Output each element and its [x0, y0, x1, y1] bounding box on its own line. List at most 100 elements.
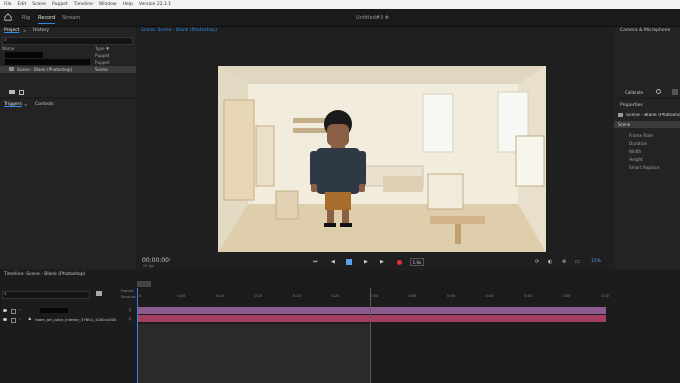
ruler-tick-label: 0:30 [370, 294, 378, 298]
camera-icon[interactable] [96, 291, 102, 296]
properties-scene-name: Scene - Blank (Photoshop) [626, 113, 680, 118]
zoom-level[interactable]: 15% [591, 259, 601, 264]
track-bar[interactable] [137, 315, 606, 322]
stop-icon[interactable] [346, 259, 352, 265]
mode-tab-rig[interactable]: Rig [22, 15, 30, 21]
panel-menu-icon[interactable]: ≡ [23, 28, 26, 33]
scene-icon [9, 67, 14, 71]
ruler-tick-label: 0:25 [331, 294, 340, 298]
fit-icon[interactable]: ▭ [575, 259, 580, 265]
ruler-tick-label: 0:10 [216, 294, 224, 298]
mode-bar [0, 9, 680, 27]
camera-mic-title[interactable]: Camera & Microphone [620, 28, 670, 33]
timeline-search-input[interactable]: ⌕ [2, 291, 90, 299]
column-type[interactable]: Type ▼ [95, 46, 109, 51]
ruler-tick-label: 0:40 [447, 294, 455, 298]
menu-timeline[interactable]: Timeline [74, 2, 93, 7]
scene-stage[interactable] [218, 66, 546, 252]
project-row-type: Scene [95, 67, 108, 72]
expand-chevron-icon[interactable]: › [19, 316, 21, 321]
menu-file[interactable]: File [4, 2, 12, 7]
project-row-name: Scene - Blank (Photoshop) [17, 67, 73, 72]
expand-chevron-icon[interactable]: › [19, 307, 21, 312]
redacted-name [5, 59, 90, 65]
tab-history[interactable]: History [33, 28, 49, 33]
project-row-type: Puppet [95, 60, 110, 65]
playhead[interactable] [370, 288, 371, 383]
mode-tab-stream[interactable]: Stream [62, 15, 80, 21]
go-to-start-icon[interactable]: ⏮ [313, 259, 318, 265]
layer-icon: ♟ [28, 316, 32, 321]
column-name[interactable]: Name [2, 46, 14, 51]
ruler-tick-label: 0:15 [254, 294, 263, 298]
document-title: Untitled#3 ✻ [356, 15, 389, 21]
project-row-type: Puppet [95, 53, 110, 58]
search-icon: ⌕ [4, 291, 7, 297]
menu-bar: File Edit Scene Puppet Timeline Window H… [0, 0, 680, 9]
calibrate-button[interactable]: Calibrate [625, 90, 643, 95]
triggers-panel [0, 99, 136, 269]
tab-triggers[interactable]: Triggers [4, 102, 22, 107]
play-icon[interactable]: ▶ [364, 259, 368, 265]
ruler-tick-label: 0:45 [485, 294, 494, 298]
menu-window[interactable]: Window [99, 2, 117, 7]
lock-icon[interactable] [11, 318, 16, 323]
ruler-tick-label: 0:35 [408, 294, 417, 298]
search-icon: ⌕ [4, 37, 7, 43]
ruler-tick-label: 0:50 [524, 294, 532, 298]
home-icon[interactable] [4, 13, 12, 21]
prop-frame-rate: Frame Rate [629, 133, 653, 138]
camera-toggle-icon[interactable] [672, 89, 678, 95]
scene-illustration [218, 66, 546, 252]
panel-menu-icon[interactable]: ≡ [24, 102, 27, 107]
fps-label: 24 fps [143, 264, 154, 268]
loop-icon[interactable]: ⟳ [535, 259, 539, 265]
fx-icon[interactable]: ⚙ [562, 259, 566, 265]
new-item-icon[interactable] [19, 90, 24, 95]
project-search-input[interactable]: ⌕ [2, 37, 133, 45]
face-icon[interactable] [656, 89, 661, 94]
record-icon[interactable] [397, 260, 402, 265]
timecode: 00:00:00 [142, 257, 169, 264]
visibility-icon[interactable] [3, 309, 7, 312]
ruler-tick-label: 0:20 [293, 294, 301, 298]
menu-help[interactable]: Help [123, 2, 133, 7]
prop-smart-replace: Smart Replace [629, 165, 660, 170]
step-forward-icon[interactable]: ▶ [380, 259, 384, 265]
menu-puppet[interactable]: Puppet [52, 2, 68, 7]
timecode-arrow-icon[interactable]: › [169, 257, 171, 263]
tab-controls[interactable]: Controls [35, 102, 54, 107]
section-scene: Scene [618, 122, 631, 127]
ruler-tick-label: 0:05 [177, 294, 186, 298]
ruler-tick-label: 0:55 [562, 294, 571, 298]
timeline-title[interactable]: Timeline: Scene - Blank (Photoshop) [4, 272, 85, 277]
record-arm-icon[interactable]: ♫ [128, 316, 132, 321]
menu-version[interactable]: Version 22.1.1 [139, 2, 171, 7]
timeline-row-name: room_art_color_interior_37654_1000x1000 [35, 317, 117, 322]
sync-icon[interactable]: ◐ [548, 259, 552, 265]
ruler-tick-label: 1:00 [601, 294, 609, 298]
track-bar[interactable] [137, 307, 606, 314]
work-area-start[interactable] [137, 281, 151, 287]
camera-panel [614, 27, 680, 97]
visibility-icon[interactable] [3, 318, 7, 321]
mode-tab-record[interactable]: Record [38, 15, 56, 24]
record-arm-icon[interactable]: ♫ [128, 307, 132, 312]
menu-edit[interactable]: Edit [18, 2, 27, 7]
properties-title[interactable]: Properties [620, 103, 643, 108]
ruler-frames-label: Frames [121, 289, 134, 293]
ruler-tick-label: 0 [139, 294, 142, 298]
timeline-ruler[interactable]: 0 0:05 0:10 0:15 0:20 0:25 0:30 0:35 0:40 0:45 0:5… [137, 288, 609, 302]
tab-project[interactable]: Project [4, 28, 19, 33]
ruler-seconds-label: Seconds [121, 295, 136, 299]
step-back-icon[interactable]: ◀ [331, 259, 335, 265]
prop-duration: Duration [629, 141, 648, 146]
prop-width: Width [629, 149, 642, 154]
playhead-start [137, 288, 138, 383]
menu-scene[interactable]: Scene [32, 2, 46, 7]
lock-icon[interactable] [11, 309, 16, 314]
folder-icon[interactable] [9, 90, 15, 94]
playback-speed[interactable]: 1.0x [410, 258, 424, 266]
track-area [137, 324, 370, 383]
scene-panel-title[interactable]: Scene: Scene - Blank (Photoshop) [141, 28, 217, 33]
